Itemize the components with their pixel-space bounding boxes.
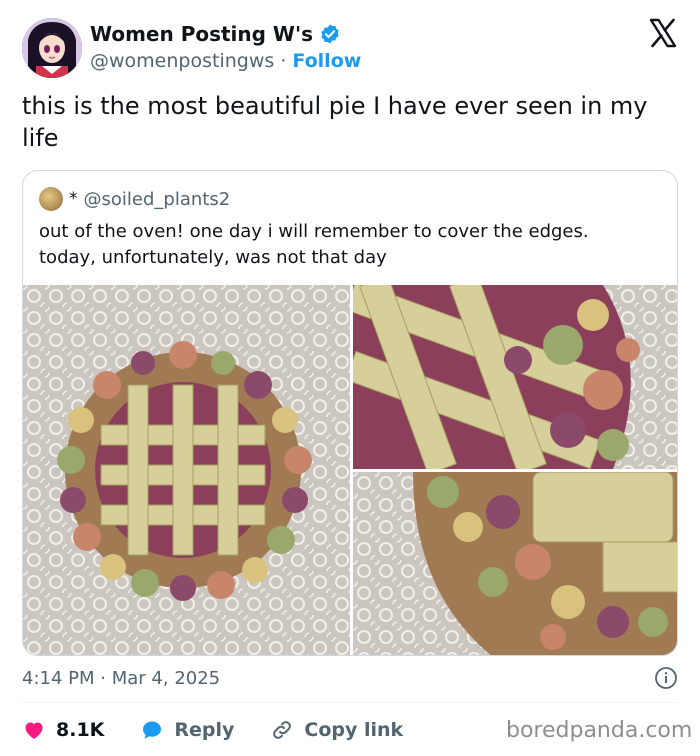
divider (22, 702, 678, 703)
follow-button[interactable]: Follow (292, 50, 361, 72)
like-button[interactable]: 8.1K (22, 718, 104, 742)
author-handle-row: @womenpostingws · Follow (90, 50, 361, 72)
tweet-text: this is the most beautiful pie I have ev… (22, 92, 648, 152)
tweet-time: 4:14 PM (22, 668, 95, 689)
watermark: boredpanda.com (506, 718, 693, 743)
reply-bubble-icon (143, 721, 162, 739)
quoted-text-line1: out of the oven! one day i will remember… (39, 221, 589, 242)
pie-photo-flower-edge[interactable] (353, 472, 677, 655)
copy-link-label: Copy link (304, 719, 404, 741)
pie-photo-lattice-closeup[interactable] (353, 285, 677, 469)
tweet-timestamp[interactable]: 4:14 PM · Mar 4, 2025 (22, 668, 220, 689)
quoted-tweet-text: out of the oven! one day i will remember… (39, 219, 659, 271)
quoted-text-line2: today, unfortunately, was not that day (39, 247, 387, 268)
reply-label: Reply (174, 719, 235, 741)
author-handle[interactable]: @womenpostingws (90, 50, 274, 72)
link-icon (273, 721, 292, 739)
handle-separator: · (280, 50, 287, 72)
tweet-meta: 4:14 PM · Mar 4, 2025 (22, 664, 678, 694)
x-logo-icon[interactable] (648, 18, 678, 48)
quoted-tweet[interactable]: * @soiled_plants2 out of the oven! one d… (22, 170, 678, 656)
pie-photo-full[interactable] (23, 285, 350, 655)
tweet-header: Women Posting W's @womenpostingws · Foll… (22, 18, 682, 80)
reply-button[interactable]: Reply (140, 718, 234, 742)
quoted-author-star: * (69, 189, 78, 209)
like-count: 8.1K (56, 719, 105, 741)
verified-badge-icon (321, 24, 339, 44)
tweet-date: Mar 4, 2025 (111, 668, 221, 689)
author-avatar[interactable] (22, 18, 82, 78)
photo-grid (23, 285, 677, 655)
action-bar: 8.1K Reply Copy link (22, 714, 439, 746)
copy-link-button[interactable]: Copy link (270, 718, 403, 742)
quoted-author-handle[interactable]: @soiled_plants2 (84, 189, 231, 210)
info-icon[interactable] (654, 666, 678, 690)
heart-icon (25, 722, 43, 739)
meta-separator: · (100, 668, 106, 689)
author-display-name[interactable]: Women Posting W's (90, 22, 313, 46)
quoted-author-avatar[interactable] (39, 187, 63, 211)
